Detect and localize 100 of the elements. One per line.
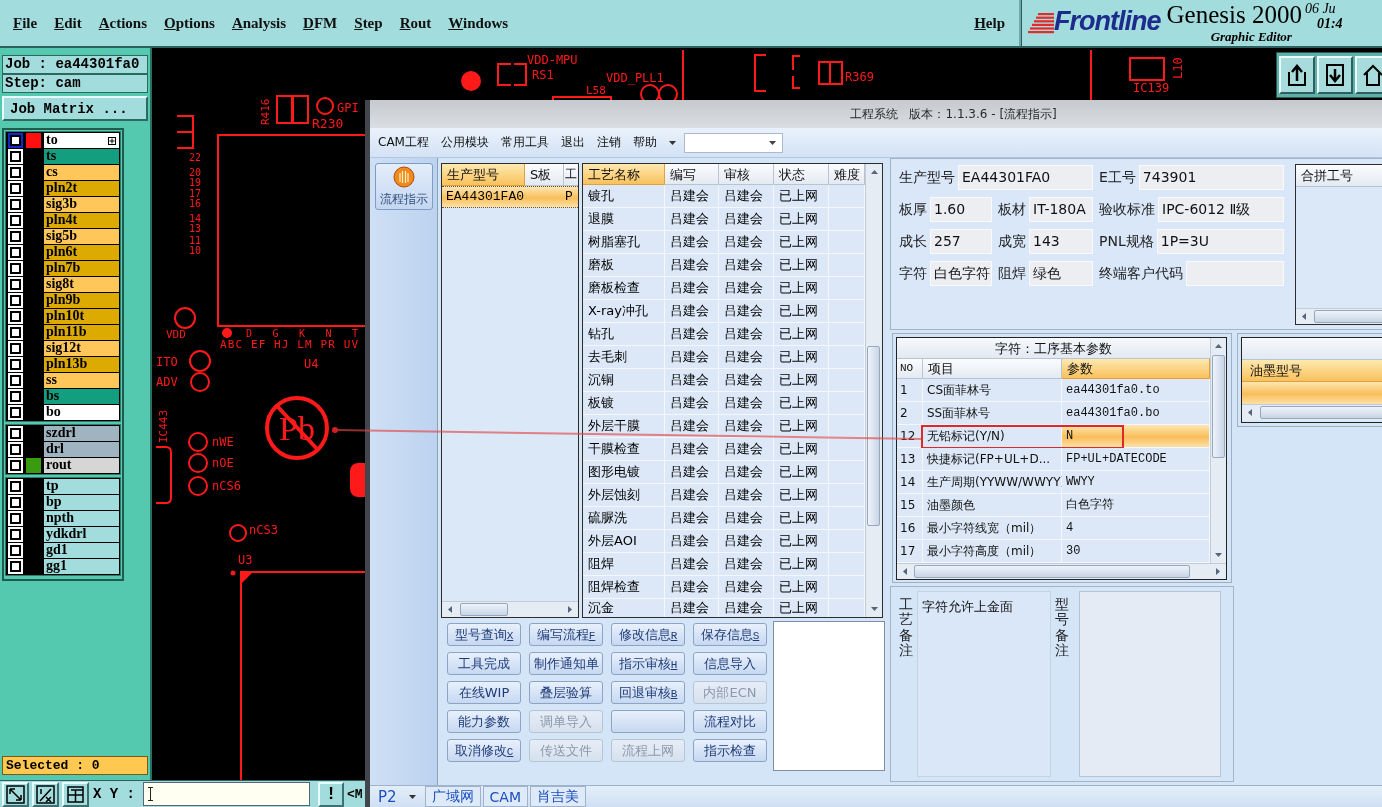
column-header[interactable]: NO: [897, 359, 923, 379]
action-button[interactable]: 能力参数: [447, 710, 521, 733]
column-header[interactable]: 工艺名称: [583, 164, 665, 185]
text-field[interactable]: 1.60: [930, 197, 992, 222]
export-button[interactable]: [1279, 56, 1315, 94]
column-header[interactable]: 编写: [665, 164, 719, 185]
layer-name[interactable]: to: [44, 133, 119, 148]
layer-name[interactable]: pln13b: [44, 357, 119, 372]
layer-name[interactable]: pln9b: [44, 293, 119, 308]
layer-checkbox[interactable]: [8, 442, 23, 457]
action-button[interactable]: 指示审核H: [611, 652, 685, 675]
layer-checkbox[interactable]: [8, 495, 23, 510]
menu-item[interactable]: 常用工具: [500, 134, 549, 151]
menu-item[interactable]: 公用模块: [440, 134, 489, 151]
column-header[interactable]: 工: [564, 164, 578, 186]
layer-checkbox[interactable]: [8, 197, 23, 212]
menu-item[interactable]: Analysis: [231, 14, 287, 32]
table-row[interactable]: EA44301FA0 P: [442, 186, 578, 208]
layer-checkbox[interactable]: [8, 405, 23, 420]
layer-checkbox[interactable]: [8, 389, 23, 404]
notes-box[interactable]: [773, 621, 885, 771]
layer-name[interactable]: bo: [44, 405, 119, 420]
menu-item[interactable]: Rout: [399, 14, 432, 32]
menu-item[interactable]: Windows: [448, 14, 509, 32]
layer-name[interactable]: tp: [44, 479, 119, 494]
menu-item[interactable]: Options: [164, 14, 215, 32]
column-header[interactable]: 审核: [719, 164, 774, 185]
layer-checkbox[interactable]: [8, 341, 23, 356]
scale-button[interactable]: [32, 781, 59, 807]
layer-name[interactable]: ydkdrl: [44, 527, 119, 542]
layer-name[interactable]: drl: [44, 442, 119, 457]
column-header[interactable]: 合拼工号: [1296, 165, 1382, 187]
text-field[interactable]: 白色字符: [930, 261, 992, 286]
layer-name[interactable]: pln6t: [44, 245, 119, 260]
action-button[interactable]: 型号查询X: [447, 623, 521, 646]
action-button[interactable]: 指示检查: [693, 739, 767, 762]
column-header[interactable]: S板: [525, 164, 564, 186]
layer-checkbox[interactable]: [8, 133, 23, 148]
scrollbar-thumb[interactable]: [1212, 355, 1225, 458]
layer-checkbox[interactable]: [8, 261, 23, 276]
layer-checkbox[interactable]: [8, 479, 23, 494]
menu-item[interactable]: 退出: [560, 134, 585, 151]
layer-checkbox[interactable]: [8, 293, 23, 308]
scrollbar-thumb[interactable]: [460, 603, 508, 616]
layer-name[interactable]: pln10t: [44, 309, 119, 324]
menu-item[interactable]: DFM: [303, 14, 338, 32]
alert-button[interactable]: !: [318, 781, 344, 807]
text-field[interactable]: IT-180A: [1029, 197, 1093, 222]
layer-checkbox[interactable]: [8, 149, 23, 164]
layer-name[interactable]: sig3b: [44, 197, 119, 212]
layer-checkbox[interactable]: [8, 543, 23, 558]
action-button[interactable]: 制作通知单: [529, 652, 603, 675]
layer-name[interactable]: pln4t: [44, 213, 119, 228]
action-button[interactable]: 工具完成: [447, 652, 521, 675]
menu-item[interactable]: 帮助: [632, 134, 657, 151]
layer-name[interactable]: sig5b: [44, 229, 119, 244]
text-field[interactable]: EA44301FA0: [958, 165, 1093, 190]
layer-name[interactable]: ts: [44, 149, 119, 164]
column-header[interactable]: 状态: [774, 164, 829, 185]
column-header[interactable]: 生产型号: [442, 164, 525, 186]
text-field[interactable]: 743901: [1138, 165, 1284, 190]
column-header[interactable]: 参数: [1062, 359, 1210, 379]
layer-checkbox[interactable]: [8, 373, 23, 388]
layer-name[interactable]: bp: [44, 495, 119, 510]
layer-checkbox[interactable]: [8, 181, 23, 196]
layer-checkbox[interactable]: [8, 426, 23, 441]
help-menu[interactable]: Help: [974, 14, 1005, 32]
zoom-fit-button[interactable]: [2, 781, 29, 807]
text-field[interactable]: 1P=3U: [1156, 229, 1284, 254]
layer-name[interactable]: ss: [44, 373, 119, 388]
coordinates-field[interactable]: [143, 782, 310, 806]
layer-name[interactable]: gg1: [44, 559, 119, 574]
layer-checkbox[interactable]: [8, 277, 23, 292]
layer-checkbox[interactable]: [8, 229, 23, 244]
action-button[interactable]: 编写流程F: [529, 623, 603, 646]
layer-checkbox[interactable]: [8, 309, 23, 324]
layer-name[interactable]: szdrl: [44, 426, 119, 441]
text-field[interactable]: IPC-6012 Ⅱ级: [1158, 197, 1284, 222]
vertical-scrollbar[interactable]: [1210, 338, 1226, 563]
remark-field[interactable]: 字符允许上金面: [917, 591, 1051, 777]
layer-checkbox[interactable]: [8, 165, 23, 180]
text-field[interactable]: [1186, 261, 1284, 286]
layer-checkbox[interactable]: [8, 511, 23, 526]
horizontal-scrollbar[interactable]: [1296, 308, 1382, 324]
remark-field[interactable]: [1079, 591, 1221, 777]
horizontal-scrollbar[interactable]: [442, 601, 578, 617]
column-header[interactable]: 油墨型号: [1242, 360, 1382, 382]
scrollbar-thumb[interactable]: [867, 346, 880, 526]
home-button[interactable]: [1355, 56, 1382, 94]
menu-item[interactable]: Step: [354, 14, 383, 32]
layer-name[interactable]: cs: [44, 165, 119, 180]
layer-checkbox[interactable]: [8, 458, 23, 473]
action-button[interactable]: 回退审核B: [611, 681, 685, 704]
layer-name[interactable]: bs: [44, 389, 119, 404]
menu-item[interactable]: Edit: [54, 14, 82, 32]
scrollbar-thumb[interactable]: [914, 565, 1190, 578]
layer-name[interactable]: sig12t: [44, 341, 119, 356]
action-button[interactable]: 信息导入: [693, 652, 767, 675]
layer-checkbox[interactable]: [8, 559, 23, 574]
layer-checkbox[interactable]: [8, 325, 23, 340]
